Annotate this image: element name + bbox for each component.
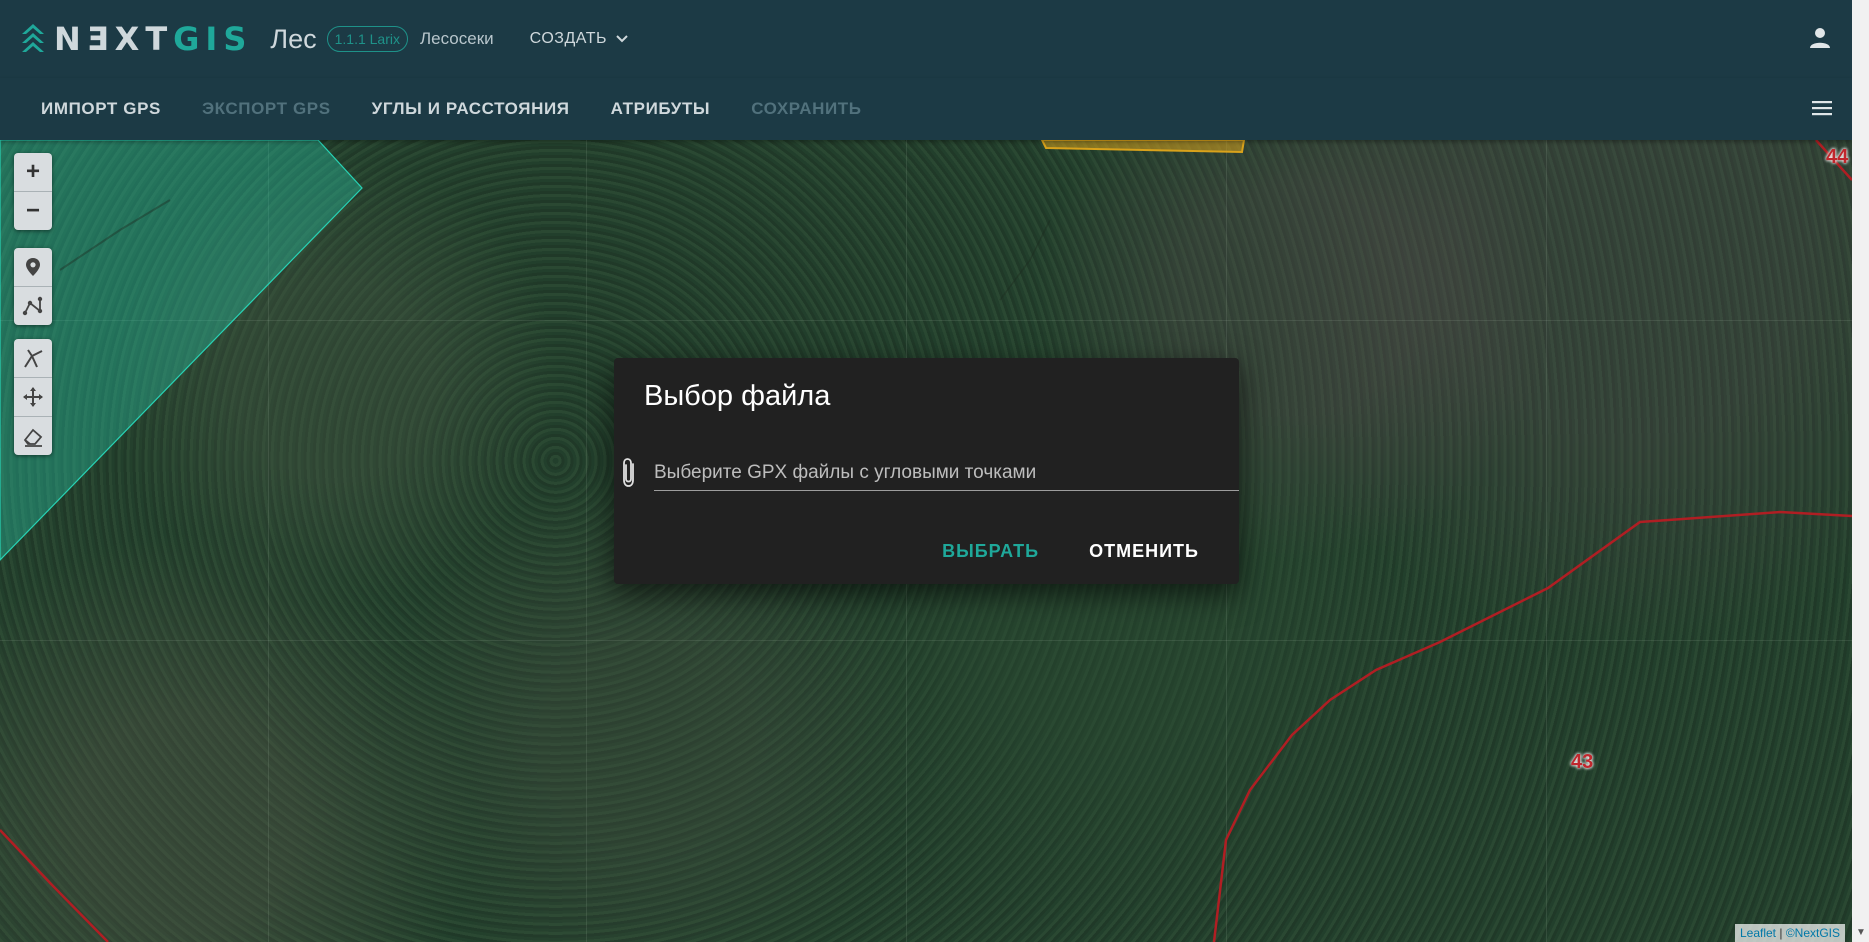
logo-gis: GIS: [173, 20, 253, 58]
map-attribution: Leaflet | ©NextGIS: [1734, 924, 1845, 942]
attribution-separator: |: [1776, 926, 1786, 940]
dialog-title: Выбор файла: [644, 380, 831, 412]
user-account-button[interactable]: [1808, 25, 1832, 54]
zoom-out-button[interactable]: −: [14, 192, 52, 230]
nextgis-logo[interactable]: NƎXTGIS: [20, 20, 252, 58]
zoom-control: + −: [14, 153, 52, 230]
draw-polyline-button[interactable]: [14, 287, 52, 325]
logo-next: NƎXT: [54, 20, 174, 58]
move-button[interactable]: [14, 378, 52, 417]
paperclip-icon: [623, 458, 634, 487]
snap-icon: [24, 349, 43, 368]
parcel-label-43: 43: [1571, 751, 1594, 773]
create-dropdown-button[interactable]: СОЗДАТЬ: [530, 30, 629, 48]
file-input-placeholder: Выберите GPX файлы с угловыми точками: [654, 462, 1037, 483]
account-icon: [1810, 28, 1830, 48]
marker-icon: [26, 258, 40, 276]
toolbar-nav: ИМПОРТ GPS ЭКСПОРТ GPS УГЛЫ И РАССТОЯНИЯ…: [0, 78, 1852, 140]
tree-logo-icon: [22, 24, 44, 52]
attributes-button[interactable]: АТРИБУТЫ: [611, 99, 711, 119]
main-menu-button[interactable]: [1810, 98, 1834, 123]
attach-file-button[interactable]: [619, 456, 639, 495]
leaflet-link[interactable]: Leaflet: [1740, 926, 1776, 940]
selected-parcel-polygon: [0, 140, 363, 561]
export-gps-button: ЭКСПОРТ GPS: [201, 99, 331, 118]
module-name: Лесосеки: [419, 29, 494, 48]
zoom-in-button[interactable]: +: [14, 153, 52, 192]
page-scrollbar[interactable]: ▼: [1852, 0, 1869, 942]
snap-button[interactable]: [14, 339, 52, 378]
scroll-down-arrow-icon[interactable]: ▼: [1856, 927, 1866, 938]
gpx-file-input[interactable]: Выберите GPX файлы с угловыми точками: [654, 456, 1239, 491]
draw-control: [14, 248, 52, 325]
app-header: NƎXTGIS Лес 1.1.1 Larix Лесосеки СОЗДАТЬ: [0, 0, 1852, 78]
nextgis-link[interactable]: ©NextGIS: [1786, 926, 1840, 940]
cancel-button[interactable]: ОТМЕНИТЬ: [1089, 541, 1199, 562]
create-label: СОЗДАТЬ: [529, 30, 607, 47]
eraser-icon: [23, 428, 43, 447]
move-icon: [23, 387, 43, 407]
logo-text: NƎXTGIS: [54, 20, 252, 58]
dialog-actions: ВЫБРАТЬ ОТМЕНИТЬ: [942, 541, 1199, 562]
file-select-dialog: Выбор файла Выберите GPX файлы с угловым…: [614, 358, 1239, 584]
import-gps-button[interactable]: ИМПОРТ GPS: [41, 99, 161, 119]
polyline-icon: [22, 296, 43, 316]
chevron-down-icon: [616, 35, 628, 43]
select-button[interactable]: ВЫБРАТЬ: [942, 541, 1039, 562]
parcel-label-44: 44: [1826, 146, 1849, 168]
draw-marker-button[interactable]: [14, 248, 52, 287]
erase-button[interactable]: [14, 417, 52, 455]
highlighted-parcel-polygon: [1040, 140, 1246, 154]
angles-distances-button[interactable]: УГЛЫ И РАССТОЯНИЯ: [372, 99, 570, 119]
edit-control: [14, 339, 52, 455]
track-line: [999, 219, 1051, 301]
product-name: Лес: [270, 23, 317, 54]
boundary-line: [0, 829, 109, 942]
hamburger-menu-icon: [1812, 101, 1832, 116]
save-button: СОХРАНИТЬ: [751, 99, 862, 118]
boundary-line: [1212, 510, 1852, 942]
version-badge: 1.1.1 Larix: [326, 26, 408, 52]
